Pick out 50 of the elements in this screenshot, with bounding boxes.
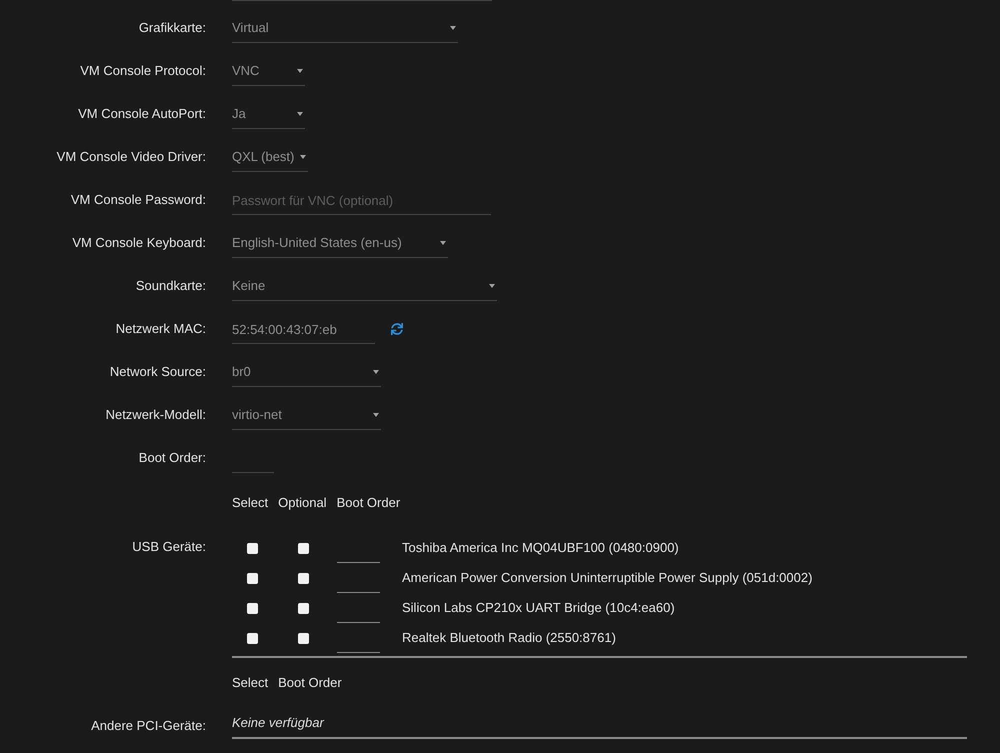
caret-icon xyxy=(489,284,495,288)
checkbox[interactable] xyxy=(298,572,309,584)
caret-icon xyxy=(450,26,456,30)
dropdown[interactable]: virtio-net xyxy=(232,405,381,430)
checkbox[interactable] xyxy=(247,542,258,554)
dropdown[interactable]: Keine xyxy=(232,276,497,301)
checkbox[interactable] xyxy=(247,572,258,584)
field-label: VM Console Protocol: xyxy=(79,62,206,80)
field-label: Andere PCI-Geräte: xyxy=(91,717,206,735)
field-label: Boot Order: xyxy=(138,449,206,467)
field-label: VM Console Password: xyxy=(70,191,206,209)
checkbox[interactable] xyxy=(247,632,258,644)
caret-icon xyxy=(300,155,306,159)
checkbox[interactable] xyxy=(298,542,309,554)
mac-address-field[interactable]: 52:54:00:43:07:eb xyxy=(232,319,375,344)
device-name: Realtek Bluetooth Radio (2550:8761) xyxy=(402,629,616,647)
checkbox[interactable] xyxy=(298,602,309,614)
checkbox[interactable] xyxy=(247,602,258,614)
caret-icon xyxy=(373,370,379,374)
field-label: VM Console Keyboard: xyxy=(71,234,206,252)
dropdown[interactable]: VNC xyxy=(232,61,305,86)
field-label: Netzwerk-Modell: xyxy=(104,406,206,424)
field-label: Network Source: xyxy=(108,363,206,381)
refresh-icon[interactable] xyxy=(391,323,403,335)
field-label: Grafikkarte: xyxy=(138,19,206,37)
checkbox[interactable] xyxy=(298,632,309,644)
dropdown[interactable]: QXL (best) xyxy=(232,147,308,172)
field-label: VM Console Video Driver: xyxy=(56,148,206,166)
field-label: Soundkarte: xyxy=(134,277,206,295)
device-name: Silicon Labs CP210x UART Bridge (10c4:ea60) xyxy=(402,599,675,617)
dropdown[interactable]: Ja xyxy=(232,104,305,129)
caret-icon xyxy=(297,69,303,73)
column-header: Optional xyxy=(278,494,327,512)
input-field[interactable]: Passwort für VNC (optional) xyxy=(232,190,491,215)
pci-devices-value: Keine verfügbar xyxy=(232,713,967,739)
field-label: Netzwerk MAC: xyxy=(114,320,206,338)
dropdown[interactable]: Virtual xyxy=(232,18,458,43)
column-header: Select xyxy=(232,494,268,512)
caret-icon xyxy=(373,413,379,417)
caret-icon xyxy=(440,241,446,245)
field-label: VM Console AutoPort: xyxy=(77,105,206,123)
column-header: Boot Order xyxy=(336,494,400,512)
device-name: American Power Conversion Uninterruptible Power Supply (051d:0002) xyxy=(402,569,812,587)
field-label: USB Geräte: xyxy=(132,538,206,556)
column-header: Boot Order xyxy=(278,674,342,692)
caret-icon xyxy=(297,112,303,116)
device-name: Toshiba America Inc MQ04UBF100 (0480:0900) xyxy=(402,539,679,557)
column-header: Select xyxy=(232,674,268,692)
dropdown[interactable]: br0 xyxy=(232,362,381,387)
dropdown[interactable]: English-United States (en-us) xyxy=(232,233,448,258)
